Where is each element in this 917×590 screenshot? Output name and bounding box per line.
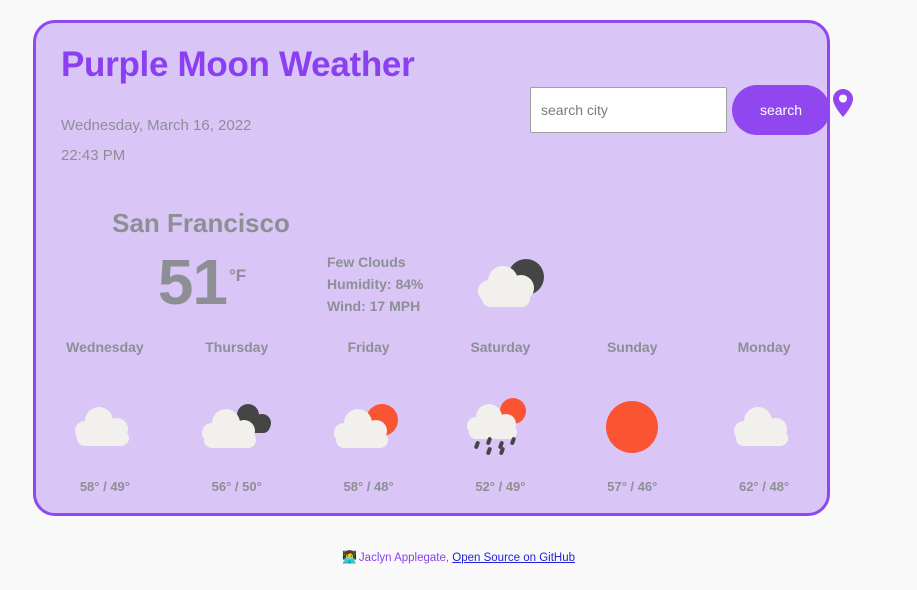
city-name: San Francisco bbox=[112, 208, 290, 238]
forecast-day-label: Wednesday bbox=[66, 339, 144, 355]
forecast-day-temps: 57° / 46° bbox=[607, 479, 658, 494]
forecast-day-label: Saturday bbox=[470, 339, 531, 355]
current-details: Few Clouds Humidity: 84% Wind: 17 MPH bbox=[327, 251, 423, 317]
sun-behind-cloud-icon bbox=[303, 379, 435, 475]
search-input[interactable] bbox=[530, 87, 727, 133]
current-time: 22:43 PM bbox=[61, 147, 126, 164]
weather-app: Purple Moon Weather Wednesday, March 16,… bbox=[0, 0, 917, 590]
search-bar: search bbox=[530, 85, 830, 135]
broken-clouds-icon bbox=[171, 379, 303, 475]
forecast-day-label: Sunday bbox=[606, 339, 658, 355]
temperature-value: 51 bbox=[157, 246, 228, 318]
search-button[interactable]: search bbox=[732, 85, 830, 135]
sun-rain-cloud-icon bbox=[434, 379, 566, 475]
wind-text: Wind: 17 MPH bbox=[327, 298, 421, 314]
forecast-day-temps: 52° / 49° bbox=[475, 479, 526, 494]
developer-emoji-icon: 👩‍💻 bbox=[341, 550, 357, 564]
page-title: Purple Moon Weather bbox=[61, 45, 415, 84]
forecast-day: Friday 58° / 48° bbox=[303, 339, 435, 494]
footer: 👩‍💻 Jaclyn Applegate, Open Source on GitH… bbox=[0, 550, 917, 564]
current-date: Wednesday, March 16, 2022 bbox=[61, 117, 252, 134]
sun-icon bbox=[566, 379, 698, 475]
humidity-text: Humidity: 84% bbox=[327, 276, 424, 292]
forecast-day-label: Friday bbox=[347, 339, 390, 355]
footer-author: Jaclyn Applegate, bbox=[358, 552, 450, 564]
condition-text: Few Clouds bbox=[327, 254, 406, 270]
cloud-icon bbox=[39, 379, 171, 475]
forecast-day: Saturday 52° / 49° bbox=[434, 339, 566, 494]
forecast-day-temps: 56° / 50° bbox=[211, 479, 262, 494]
cloud-with-moon-icon bbox=[473, 255, 553, 317]
forecast-day: Monday 62° / 48° bbox=[698, 339, 830, 494]
location-pin-icon[interactable] bbox=[832, 88, 854, 118]
weather-card: Purple Moon Weather Wednesday, March 16,… bbox=[33, 20, 830, 516]
forecast-day-temps: 62° / 48° bbox=[738, 479, 790, 494]
forecast-day-temps: 58° / 48° bbox=[343, 479, 394, 494]
forecast-row: Wednesday 58° / 49° Thursday 56° / 50° F… bbox=[39, 339, 830, 494]
forecast-day-label: Thursday bbox=[205, 339, 269, 355]
forecast-day: Thursday 56° / 50° bbox=[171, 339, 303, 494]
temperature-unit: °F bbox=[229, 265, 247, 285]
github-link[interactable]: Open Source on GitHub bbox=[452, 552, 575, 564]
forecast-day: Sunday 57° / 46° bbox=[566, 339, 698, 494]
cloud-icon bbox=[698, 379, 830, 475]
forecast-day: Wednesday 58° / 49° bbox=[39, 339, 171, 494]
current-temperature: 51 °F bbox=[91, 245, 311, 319]
forecast-day-label: Monday bbox=[737, 339, 791, 355]
forecast-day-temps: 58° / 49° bbox=[79, 479, 130, 494]
